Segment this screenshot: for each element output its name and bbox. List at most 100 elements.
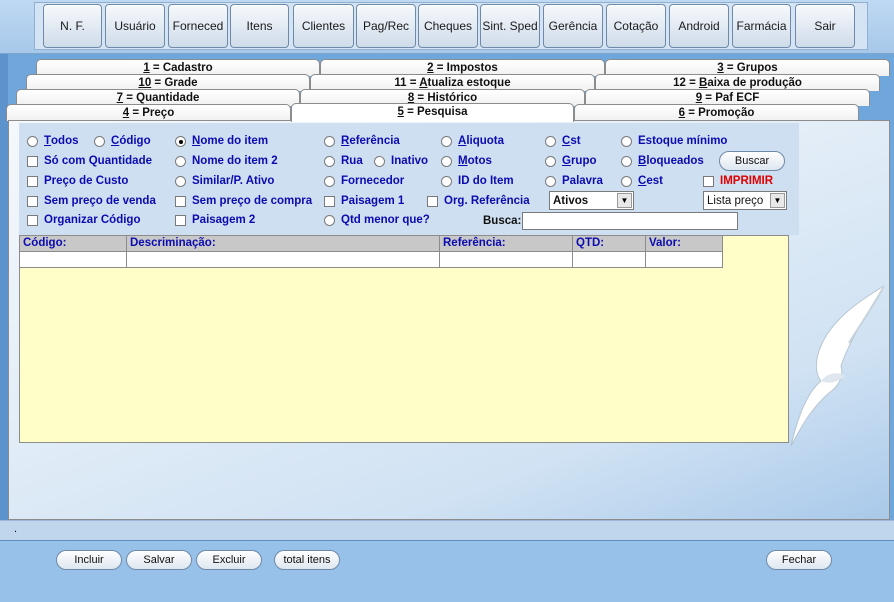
tab-label: = Grupos: [723, 62, 778, 74]
imprimir-checkbox[interactable]: IMPRIMIR: [703, 173, 773, 189]
tab-promocao[interactable]: 6 = Promoção: [574, 104, 859, 121]
rua-radio[interactable]: Rua: [324, 153, 363, 169]
table-cell[interactable]: [646, 252, 723, 268]
option-label: Sem preço de compra: [192, 195, 313, 207]
tab-prefix: 12 =: [673, 77, 699, 89]
org-referencia-checkbox[interactable]: Org. Referência: [427, 193, 530, 209]
total-itens-button[interactable]: total itens: [274, 550, 340, 570]
tab-preco[interactable]: 4 = Preço: [6, 104, 291, 121]
select-value: Lista preço: [707, 194, 764, 207]
option-key: R: [341, 135, 350, 147]
option-label: Preço de Custo: [44, 175, 129, 187]
tab-label: = Preço: [129, 107, 175, 119]
grupo-radio[interactable]: Grupo: [545, 153, 597, 169]
paisagem1-checkbox[interactable]: Paisagem 1: [324, 193, 404, 209]
tab-pesquisa[interactable]: 5 = Pesquisa: [291, 103, 574, 122]
preco-custo-checkbox[interactable]: Preço de Custo: [27, 173, 128, 189]
so-quantidade-checkbox[interactable]: Só com Quantidade: [27, 153, 152, 169]
buscar-button[interactable]: Buscar: [719, 151, 785, 171]
paisagem2-checkbox[interactable]: Paisagem 2: [175, 212, 255, 228]
tab-label: = Impostos: [433, 62, 498, 74]
column-header-descriminacao[interactable]: Descriminação:: [127, 236, 440, 252]
fechar-button[interactable]: Fechar: [766, 550, 832, 570]
pagrec-button[interactable]: Pag/Rec: [356, 4, 416, 48]
top-toolbar: N. F. Usuário Forneced Itens Clientes Pa…: [0, 0, 894, 54]
todos-radio[interactable]: Todos: [27, 133, 79, 149]
option-label: loqueados: [646, 155, 704, 167]
fornecedor-button[interactable]: Forneced: [168, 4, 228, 48]
chevron-down-icon: ▼: [770, 193, 785, 208]
status-text: .: [14, 523, 18, 535]
nome-item-radio[interactable]: Nome do item: [175, 133, 268, 149]
incluir-button[interactable]: Incluir: [56, 550, 122, 570]
select-value: Ativos: [553, 194, 589, 207]
bloqueados-radio[interactable]: Bloqueados: [621, 153, 704, 169]
table-cell[interactable]: [440, 252, 573, 268]
option-key: G: [562, 155, 571, 167]
similar-radio[interactable]: Similar/P. Ativo: [175, 173, 274, 189]
option-key: T: [44, 135, 52, 147]
option-key: A: [458, 135, 467, 147]
column-header-referencia[interactable]: Referência:: [440, 236, 573, 252]
results-grid[interactable]: Código: Descriminação: Referência: QTD: …: [19, 235, 789, 443]
farmacia-button[interactable]: Farmácia: [732, 4, 791, 48]
inativo-radio[interactable]: Inativo: [374, 153, 428, 169]
column-header-codigo[interactable]: Código:: [20, 236, 127, 252]
tab-label: = Grade: [151, 77, 198, 89]
pesquisa-page: Todos Código Nome do item Referência Ali…: [8, 120, 890, 520]
sem-preco-venda-checkbox[interactable]: Sem preço de venda: [27, 193, 156, 209]
sint-sped-button[interactable]: Sint. Sped: [480, 4, 540, 48]
itens-button[interactable]: Itens: [230, 4, 289, 48]
usuario-button[interactable]: Usuário: [105, 4, 165, 48]
sem-preco-compra-checkbox[interactable]: Sem preço de compra: [175, 193, 312, 209]
motos-radio[interactable]: Motos: [441, 153, 492, 169]
tab-label: aixa de produção: [707, 77, 802, 89]
option-label: odos: [51, 135, 79, 147]
option-label: Fornecedor: [341, 175, 405, 187]
column-header-qtd[interactable]: QTD:: [573, 236, 646, 252]
qtd-menor-radio[interactable]: Qtd menor que?: [324, 212, 430, 228]
option-label: Palavra: [562, 175, 603, 187]
palavra-radio[interactable]: Palavra: [545, 173, 603, 189]
left-strip: [0, 54, 8, 520]
option-label: Sem preço de venda: [44, 195, 156, 207]
option-label: Estoque mínimo: [638, 135, 728, 147]
aliquota-radio[interactable]: Aliquota: [441, 133, 504, 149]
android-button[interactable]: Android: [669, 4, 729, 48]
table-cell[interactable]: [20, 252, 127, 268]
nome-item2-radio[interactable]: Nome do item 2: [175, 153, 278, 169]
option-key: C: [638, 175, 647, 187]
seagull-icon: [790, 285, 885, 447]
table-cell[interactable]: [573, 252, 646, 268]
referencia-radio[interactable]: Referência: [324, 133, 400, 149]
busca-input[interactable]: [522, 212, 738, 230]
tab-prefix: 11 =: [394, 77, 420, 89]
table-cell[interactable]: [127, 252, 440, 268]
cst-radio[interactable]: Cst: [545, 133, 581, 149]
salvar-button[interactable]: Salvar: [126, 550, 192, 570]
organizar-codigo-checkbox[interactable]: Organizar Código: [27, 212, 140, 228]
sair-button[interactable]: Sair: [795, 4, 855, 48]
id-item-radio[interactable]: ID do Item: [441, 173, 514, 189]
option-label: Nome do item 2: [192, 155, 278, 167]
status-select[interactable]: Ativos ▼: [549, 191, 634, 210]
column-header-valor[interactable]: Valor:: [646, 236, 723, 252]
option-label: Paisagem 1: [341, 195, 405, 207]
fornecedor-radio[interactable]: Fornecedor: [324, 173, 404, 189]
tab-key: A: [419, 77, 428, 89]
gerencia-button[interactable]: Gerência: [543, 4, 603, 48]
option-label: ome do item: [200, 135, 269, 147]
nf-button[interactable]: N. F.: [43, 4, 102, 48]
excluir-button[interactable]: Excluir: [196, 550, 262, 570]
option-label: liquota: [466, 135, 505, 147]
tab-label: = Paf ECF: [702, 92, 760, 104]
cheques-button[interactable]: Cheques: [418, 4, 478, 48]
cotacao-button[interactable]: Cotação: [606, 4, 666, 48]
codigo-radio[interactable]: Código: [94, 133, 151, 149]
option-label: eferência: [349, 135, 400, 147]
estoque-minimo-radio[interactable]: Estoque mínimo: [621, 133, 727, 149]
tab-label: tualiza estoque: [427, 77, 511, 89]
cest-radio[interactable]: Cest: [621, 173, 663, 189]
clientes-button[interactable]: Clientes: [293, 4, 354, 48]
lista-preco-select[interactable]: Lista preço ▼: [703, 191, 787, 210]
